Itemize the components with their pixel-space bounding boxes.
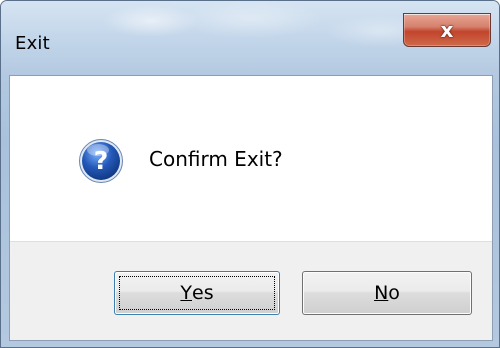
- no-button[interactable]: No: [302, 271, 472, 315]
- dialog-client-area: ? Confirm Exit? Yes No: [9, 75, 493, 341]
- title-bar[interactable]: Exit x: [1, 1, 499, 75]
- yes-label-rest: es: [192, 282, 214, 304]
- message-area: ? Confirm Exit?: [10, 76, 492, 242]
- dialog-window: Exit x ? Confirm Exit? Y es N o: [0, 0, 500, 348]
- no-mnemonic: N: [374, 282, 389, 304]
- svg-text:?: ?: [94, 146, 109, 175]
- yes-button-label: Yes: [180, 282, 213, 304]
- no-label-rest: o: [388, 282, 400, 304]
- button-bar: Yes No: [10, 241, 492, 340]
- close-icon: x: [440, 18, 454, 42]
- close-button[interactable]: x: [403, 13, 491, 47]
- question-icon: ?: [79, 139, 123, 183]
- no-button-label: No: [374, 282, 400, 304]
- yes-mnemonic: Y: [180, 282, 192, 304]
- window-title: Exit: [15, 33, 50, 54]
- confirm-message: Confirm Exit?: [149, 147, 283, 171]
- yes-button[interactable]: Yes: [114, 271, 280, 315]
